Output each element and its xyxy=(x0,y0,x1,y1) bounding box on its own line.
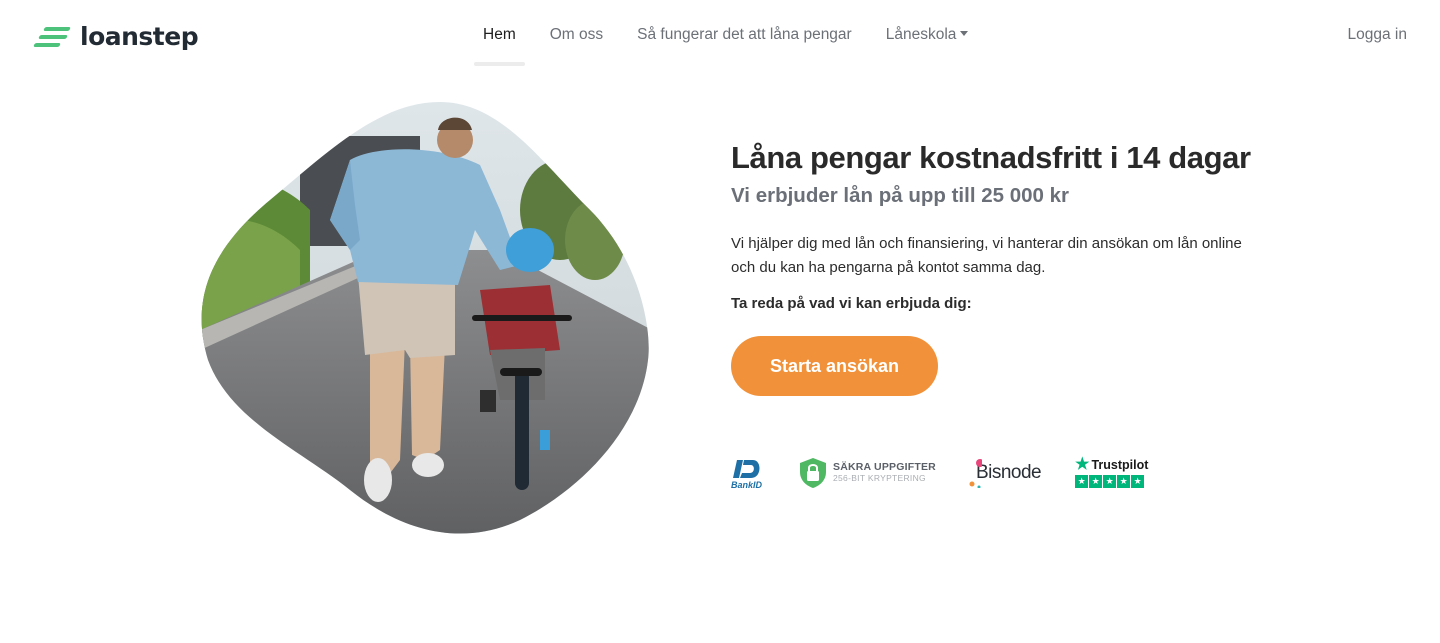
nav-item-label: Om oss xyxy=(549,26,604,43)
bisnode-label: Bisnode xyxy=(975,462,1042,483)
rating-star-icon: ★ xyxy=(1117,475,1131,488)
active-indicator xyxy=(474,62,525,66)
trustpilot-star-icon: ★ xyxy=(1075,456,1090,473)
nav-item-label: Så fungerar det att låna pengar xyxy=(637,26,852,43)
cta-lead-text: Ta reda på vad vi kan erbjuda dig: xyxy=(731,295,972,312)
bankid-label: BankID xyxy=(731,480,763,490)
brand-logo[interactable]: loanstep xyxy=(33,22,199,51)
trust-badges: BankID SÄKRA UPPGIFTER 256-BIT KRYPTERIN… xyxy=(731,456,1182,491)
hero-title: Låna pengar kostnadsfritt i 14 dagar xyxy=(731,140,1251,175)
bankid-icon xyxy=(733,460,760,478)
bisnode-dots-icon xyxy=(969,459,982,488)
rating-star-icon: ★ xyxy=(1103,475,1117,488)
caret-down-icon xyxy=(960,31,969,36)
hero-description: Vi hjälper dig med lån och finansiering,… xyxy=(731,235,1242,276)
nav-item-label: Hem xyxy=(483,26,516,43)
nav-item-label: Låneskola xyxy=(885,26,957,43)
hero-photo xyxy=(201,102,649,534)
login-link[interactable]: Logga in xyxy=(1348,26,1407,44)
nav-item-hem[interactable]: Hem xyxy=(466,0,533,70)
logo-mark-icon xyxy=(33,24,74,50)
nav-item-sa-fungerar-det[interactable]: Så fungerar det att låna pengar xyxy=(620,0,869,70)
nav-item-laneskola-dropdown[interactable]: Låneskola xyxy=(869,0,986,70)
rating-star-icon: ★ xyxy=(1089,475,1103,488)
nav-item-om-oss[interactable]: Om oss xyxy=(533,0,620,70)
main-menu: Hem Om oss Så fungerar det att låna peng… xyxy=(466,0,985,70)
trustpilot-badge: ★ Trustpilot ★ ★ ★ ★ ★ xyxy=(1075,456,1149,488)
hero-subtitle: Vi erbjuder lån på upp till 25 000 kr xyxy=(731,184,1069,207)
start-application-button[interactable]: Starta ansökan xyxy=(731,336,938,396)
trustpilot-header: ★ Trustpilot xyxy=(1075,456,1149,473)
secure-data-subtitle: 256-BIT KRYPTERING xyxy=(833,473,926,483)
secure-data-text: SÄKRA UPPGIFTER 256-BIT KRYPTERING xyxy=(833,462,936,484)
trustpilot-label: Trustpilot xyxy=(1091,458,1149,472)
secure-data-badge: SÄKRA UPPGIFTER 256-BIT KRYPTERING xyxy=(799,457,936,489)
brand-name: loanstep xyxy=(80,22,199,51)
hero-content: Låna pengar kostnadsfritt i 14 dagar Vi … xyxy=(731,138,1291,396)
bankid-badge: BankID xyxy=(731,456,763,490)
shield-lock-icon xyxy=(800,458,826,488)
secure-data-title: SÄKRA UPPGIFTER xyxy=(833,461,936,473)
top-navbar: loanstep Hem Om oss Så fungerar det att … xyxy=(0,0,1440,70)
trustpilot-rating: ★ ★ ★ ★ ★ xyxy=(1075,475,1145,488)
rating-star-icon: ★ xyxy=(1131,475,1145,488)
bisnode-badge: Bisnode xyxy=(969,459,1042,488)
rating-star-icon: ★ xyxy=(1075,475,1089,488)
